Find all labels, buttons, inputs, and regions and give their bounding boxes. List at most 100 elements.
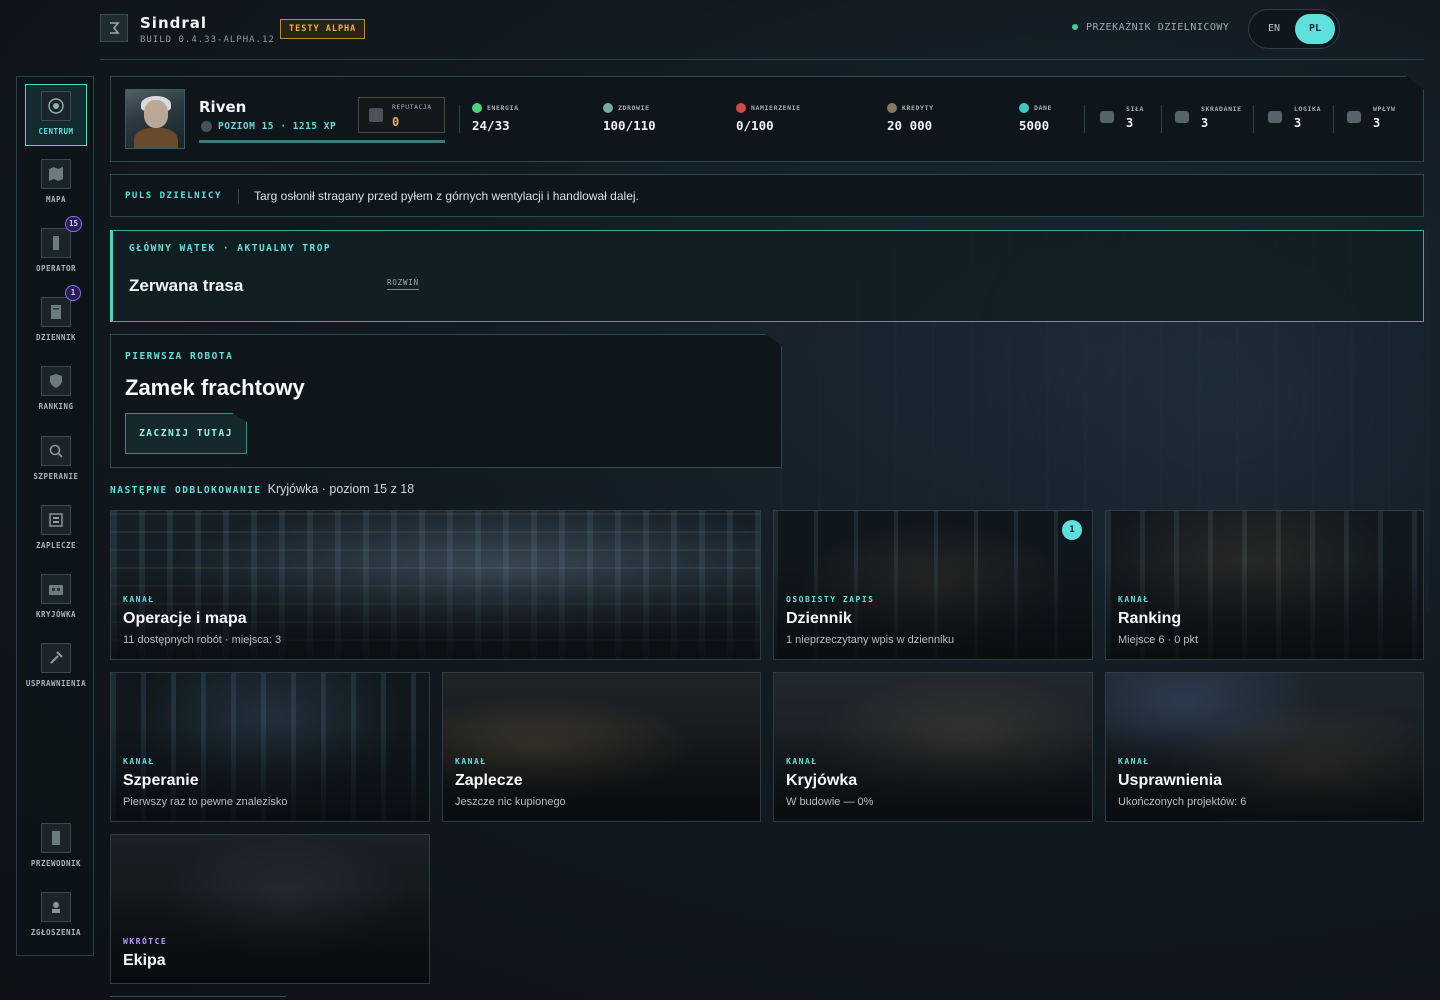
card-title: Usprawnienia <box>1118 772 1223 789</box>
sidebar-item-zaplecze[interactable]: ZAPLECZE <box>25 499 87 561</box>
sidebar-item-mapa[interactable]: MAPA <box>25 153 87 215</box>
health-icon <box>603 103 613 113</box>
next-unlock-label: NASTĘPNE ODBLOKOWANIE <box>110 485 262 496</box>
card-ekipa[interactable]: WKRÓTCE Ekipa <box>110 834 430 984</box>
top-bar: Sindral BUILD 0.4.33-ALPHA.12 TESTY ALPH… <box>100 0 1424 60</box>
sidebar-item-zgloszenia[interactable]: ZGŁOSZENIA <box>25 886 87 948</box>
card-operacje[interactable]: KANAŁ Operacje i mapa 11 dostępnych robó… <box>110 510 761 660</box>
sidebar-item-ranking[interactable]: RANKING <box>25 360 87 422</box>
avatar[interactable] <box>125 89 185 149</box>
relay-status: PRZEKAŹNIK DZIELNICOWY <box>1072 22 1229 33</box>
lang-en-button[interactable]: EN <box>1257 16 1291 42</box>
sidebar-item-usprawnienia[interactable]: USPRAWNIENIA <box>25 637 87 699</box>
logo-icon <box>100 14 128 42</box>
reputation-label: REPUTACJA <box>392 103 432 111</box>
sidebar-item-szperanie[interactable]: SZPERANIE <box>25 430 87 492</box>
divider <box>1161 105 1162 133</box>
xp-progress-bar <box>199 140 445 143</box>
pulse-label: PULS DZIELNICY <box>125 191 222 201</box>
divider <box>1253 105 1254 133</box>
divider <box>1084 105 1085 133</box>
sidebar-item-centrum[interactable]: CENTRUM <box>25 84 87 146</box>
card-szperanie[interactable]: KANAŁ Szperanie Pierwszy raz to pewne zn… <box>110 672 430 822</box>
start-here-button[interactable]: ZACZNIJ TUTAJ <box>125 413 247 454</box>
stat-value: 0/100 <box>736 118 774 133</box>
sidebar-item-label: RANKING <box>38 402 74 411</box>
job-title: Zamek frachtowy <box>125 375 305 400</box>
lang-pl-button[interactable]: PL <box>1295 14 1335 44</box>
phone-icon <box>41 228 71 258</box>
reputation-icon <box>369 108 383 122</box>
wrench-icon <box>41 643 71 673</box>
stat-value: 100/110 <box>603 118 656 133</box>
sidebar-item-label: ZAPLECZE <box>35 541 77 550</box>
sidebar-item-label: ZGŁOSZENIA <box>30 928 82 937</box>
bottom-edge-element <box>110 996 286 1000</box>
sidebar-item-label: DZIENNIK <box>35 333 77 342</box>
card-subtitle: 11 dostępnych robót · miejsca: 3 <box>123 634 282 646</box>
tracking-icon <box>736 103 746 113</box>
unread-badge: 1 <box>1062 520 1082 540</box>
sidebar-item-dziennik[interactable]: 1 DZIENNIK <box>25 285 87 353</box>
card-kicker: KANAŁ <box>455 757 487 766</box>
player-name: Riven <box>199 98 247 116</box>
energy-icon <box>472 103 482 113</box>
expand-button[interactable]: ROZWIŃ <box>387 278 419 290</box>
report-icon <box>41 892 71 922</box>
sidebar-item-label: SZPERANIE <box>33 472 79 481</box>
card-dziennik[interactable]: 1 OSOBISTY ZAPIS Dziennik 1 nieprzeczyta… <box>773 510 1093 660</box>
card-kryjowka[interactable]: KANAŁ Kryjówka W budowie — 0% <box>773 672 1093 822</box>
reputation-box[interactable]: REPUTACJA 0 <box>358 97 445 133</box>
divider <box>459 105 460 133</box>
card-title: Kryjówka <box>786 772 858 789</box>
card-subtitle: 1 nieprzeczytany wpis w dzienniku <box>786 634 955 646</box>
journal-count-badge: 1 <box>65 285 81 301</box>
stat-dane: DANE 5000 <box>1019 103 1053 133</box>
strength-icon <box>1100 111 1114 123</box>
shop-icon <box>41 505 71 535</box>
search-icon <box>41 436 71 466</box>
divider <box>238 189 239 204</box>
stat-namierzenie: NAMIERZENIE 0/100 <box>736 103 801 133</box>
target-icon <box>41 91 71 121</box>
level-icon <box>201 121 212 132</box>
card-usprawnienia[interactable]: KANAŁ Usprawnienia Ukończonych projektów… <box>1105 672 1424 822</box>
sidebar: CENTRUM MAPA 15 OPERATOR 1 DZIENNIK RANK… <box>16 76 94 956</box>
sidebar-item-kryjowka[interactable]: KRYJÓWKA <box>25 568 87 630</box>
card-title: Operacje i mapa <box>123 610 247 627</box>
card-kicker: KANAŁ <box>123 757 155 766</box>
quest-label: GŁÓWNY WĄTEK · AKTUALNY TROP <box>129 243 332 254</box>
card-title: Ekipa <box>123 952 166 969</box>
sidebar-item-operator[interactable]: 15 OPERATOR <box>25 216 87 284</box>
next-unlock-value: Kryjówka · poziom 15 z 18 <box>267 482 415 496</box>
stat-energia: ENERGIA 24/33 <box>472 103 519 133</box>
job-label: PIERWSZA ROBOTA <box>125 351 234 362</box>
card-subtitle: Pierwszy raz to pewne znalezisko <box>123 796 288 808</box>
map-icon <box>41 159 71 189</box>
stat-value: 5000 <box>1019 118 1050 133</box>
stat-value: 20 000 <box>887 118 933 133</box>
sidebar-item-label: MAPA <box>45 195 67 204</box>
card-zaplecze[interactable]: KANAŁ Zaplecze Jeszcze nic kupionego <box>442 672 761 822</box>
build-version: BUILD 0.4.33-ALPHA.12 <box>140 35 275 45</box>
card-kicker: OSOBISTY ZAPIS <box>786 595 875 604</box>
reputation-value: 0 <box>392 115 400 129</box>
shield-icon <box>41 366 71 396</box>
operator-count-badge: 15 <box>65 216 83 232</box>
sidebar-item-label: USPRAWNIENIA <box>25 679 87 688</box>
quest-title: Zerwana trasa <box>129 276 244 295</box>
stat-value: 24/33 <box>472 118 510 133</box>
logic-icon <box>1268 111 1282 123</box>
card-subtitle: Jeszcze nic kupionego <box>455 796 566 808</box>
player-level: POZIOM 15 · 1215 XP <box>201 121 336 132</box>
card-ranking[interactable]: KANAŁ Ranking Miejsce 6 · 0 pkt <box>1105 510 1424 660</box>
language-switch: EN PL <box>1248 9 1340 49</box>
sidebar-item-przewodnik[interactable]: PRZEWODNIK <box>25 817 87 879</box>
stat-zdrowie: ZDROWIE 100/110 <box>603 103 656 133</box>
next-unlock: NASTĘPNE ODBLOKOWANIE Kryjówka · poziom 1… <box>110 482 414 496</box>
main-quest-panel: GŁÓWNY WĄTEK · AKTUALNY TROP Zerwana tra… <box>110 230 1424 322</box>
card-title: Zaplecze <box>455 772 523 789</box>
guide-icon <box>41 823 71 853</box>
card-kicker: WKRÓTCE <box>123 937 168 946</box>
district-pulse: PULS DZIELNICY Targ osłonił stragany prz… <box>110 174 1424 217</box>
